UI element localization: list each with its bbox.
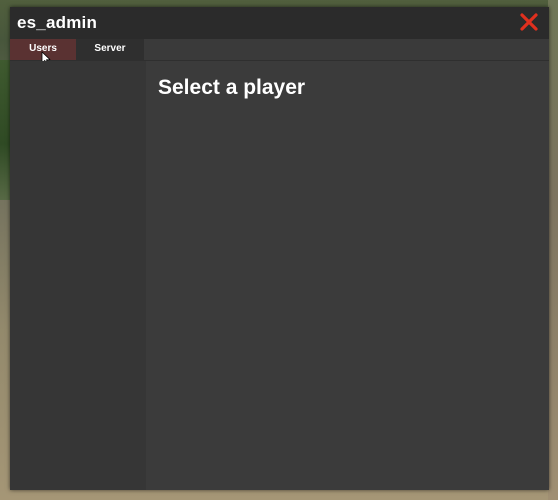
title-bar: es_admin xyxy=(10,7,549,39)
close-button[interactable] xyxy=(519,12,539,32)
tab-server[interactable]: Server xyxy=(76,39,144,60)
page-title: Select a player xyxy=(158,76,306,99)
player-list[interactable] xyxy=(10,61,146,490)
close-icon xyxy=(520,13,538,31)
tab-bar: Users Server xyxy=(10,39,549,65)
background-wall xyxy=(548,0,558,500)
player-detail-pane: Select a player xyxy=(146,61,549,490)
tab-server-label: Server xyxy=(94,43,126,54)
window-title: es_admin xyxy=(17,13,98,32)
admin-window: es_admin Users Server Select a player xyxy=(10,7,549,490)
